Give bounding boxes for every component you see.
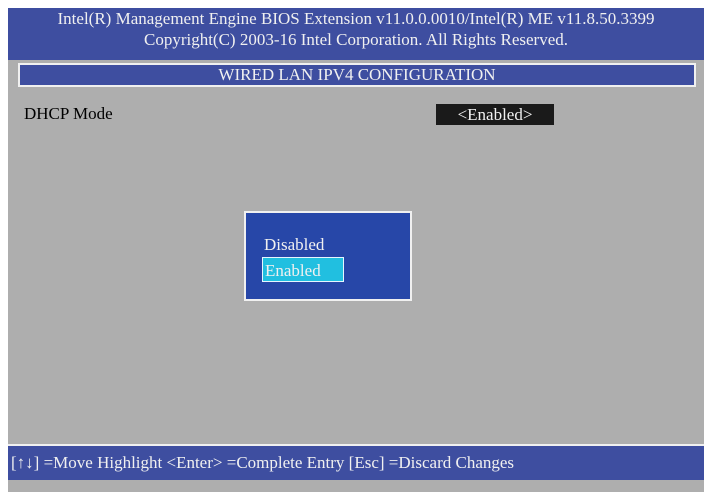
footer-hint: [↑↓] =Move Highlight <Enter> =Complete E… <box>11 453 515 472</box>
header: Intel(R) Management Engine BIOS Extensio… <box>8 8 704 60</box>
option-popup: Disabled Enabled <box>244 211 412 301</box>
footer-help-bar: [↑↓] =Move Highlight <Enter> =Complete E… <box>8 444 704 480</box>
bios-screen: Intel(R) Management Engine BIOS Extensio… <box>8 8 704 492</box>
option-enabled[interactable]: Enabled <box>262 257 344 282</box>
option-disabled[interactable]: Disabled <box>262 232 346 257</box>
header-copyright-line: Copyright(C) 2003-16 Intel Corporation. … <box>143 30 568 49</box>
section-title: WIRED LAN IPV4 CONFIGURATION <box>18 63 696 87</box>
header-version-line: Intel(R) Management Engine BIOS Extensio… <box>57 9 655 28</box>
dhcp-mode-value[interactable]: <Enabled> <box>436 104 554 125</box>
dhcp-mode-label: DHCP Mode <box>24 104 113 123</box>
